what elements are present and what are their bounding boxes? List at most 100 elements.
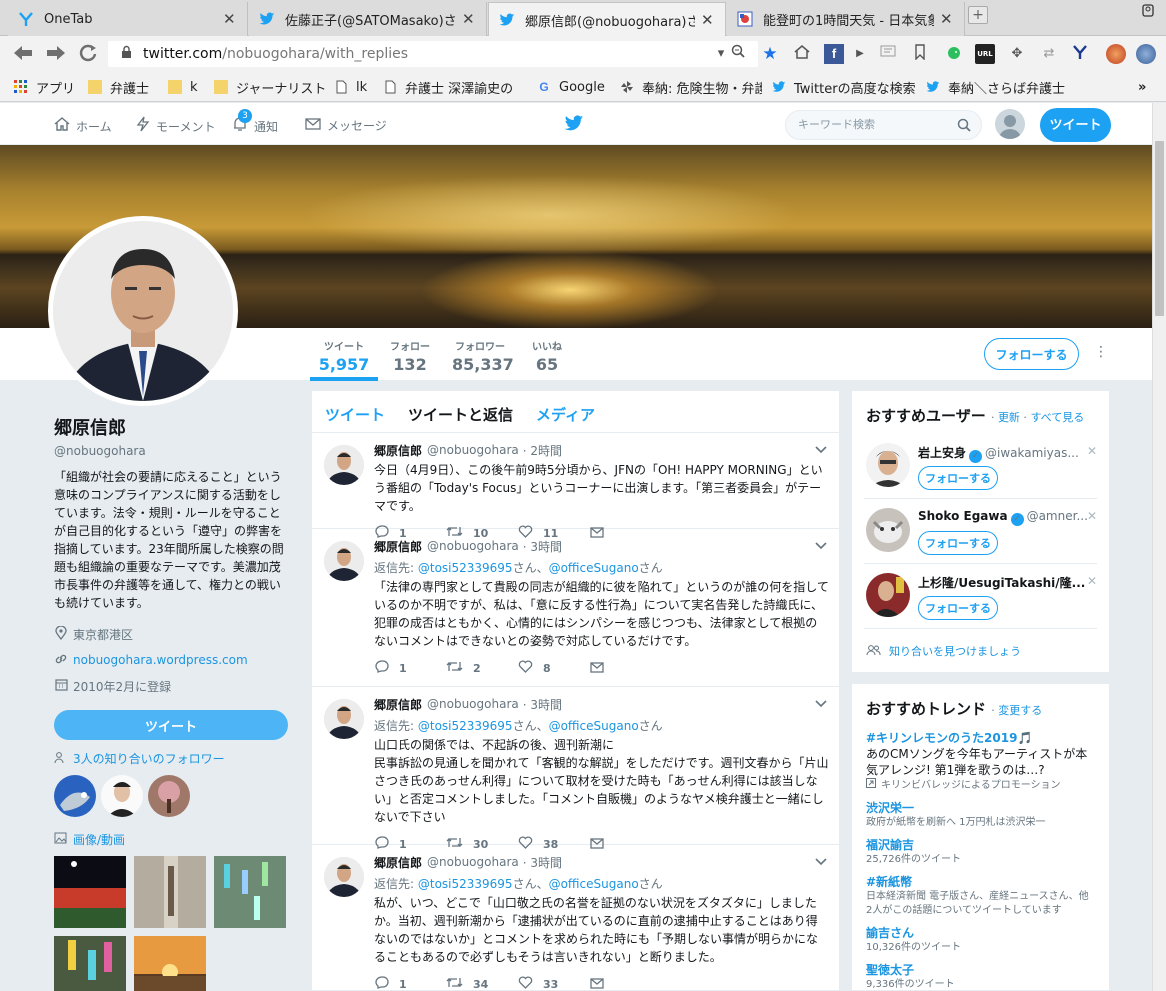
suggested-user-name[interactable]: 岩上安身 bbox=[918, 446, 966, 460]
bookmark-lk[interactable]: lk bbox=[334, 78, 374, 96]
media-thumbnail[interactable] bbox=[134, 856, 206, 928]
reload-icon[interactable] bbox=[79, 44, 97, 66]
refresh-link[interactable]: 更新 bbox=[998, 411, 1020, 424]
account-avatar[interactable] bbox=[995, 109, 1025, 139]
tweet-author-handle[interactable]: @nobuogohara bbox=[427, 855, 519, 869]
suggested-user[interactable]: Shoko Egawa ✓ @amner... フォローする ✕ bbox=[864, 499, 1097, 564]
browser-tab-satomasako[interactable]: 佐藤正子(@SATOMasako)さん ✕ bbox=[249, 2, 487, 36]
user-avatar-icon[interactable] bbox=[1106, 44, 1126, 64]
bookmark-apps[interactable]: アプリ bbox=[14, 78, 84, 96]
view-all-link[interactable]: すべて見る bbox=[1030, 411, 1084, 424]
bookmark-folder-lawyer[interactable]: 弁護士 bbox=[88, 78, 164, 96]
suggested-user-name[interactable]: 上杉隆/UesugiTakashi/隆... bbox=[918, 576, 1085, 590]
browser-profile-icon[interactable] bbox=[1140, 2, 1156, 22]
mention-link[interactable]: @officeSugano bbox=[549, 719, 639, 733]
tweet-timestamp[interactable]: · 3時間 bbox=[523, 854, 562, 871]
suggested-user-name[interactable]: Shoko Egawa bbox=[918, 509, 1008, 523]
more-bookmarks-chevron-icon[interactable]: » bbox=[1138, 78, 1152, 96]
website-link[interactable]: nobuogohara.wordpress.com bbox=[73, 653, 248, 667]
facebook-icon[interactable]: f bbox=[824, 44, 844, 64]
forward-arrow-icon[interactable] bbox=[45, 44, 67, 66]
extension-y-icon[interactable] bbox=[1070, 44, 1090, 64]
bookmark-flag-icon[interactable] bbox=[910, 44, 930, 64]
tab-media[interactable]: メディア bbox=[536, 404, 595, 425]
retweet-button[interactable]: 34 bbox=[446, 976, 518, 990]
chevron-down-icon[interactable] bbox=[815, 697, 827, 711]
home-icon[interactable] bbox=[792, 44, 812, 64]
chevron-down-icon[interactable] bbox=[815, 443, 827, 457]
trend-item[interactable]: 福沢諭吉 25,726件のツイート bbox=[852, 836, 1109, 867]
bookmark-folder-k[interactable]: k bbox=[168, 78, 208, 96]
chevron-down-icon[interactable] bbox=[815, 539, 827, 553]
known-followers-link[interactable]: 3人の知り合いのフォロワー bbox=[54, 750, 290, 767]
media-thumbnail[interactable] bbox=[214, 856, 286, 928]
media-thumbnail[interactable] bbox=[54, 936, 126, 991]
tweet-timestamp[interactable]: · 3時間 bbox=[523, 538, 562, 555]
tab-close-icon[interactable]: ✕ bbox=[462, 10, 476, 28]
trend-name[interactable]: #新紙幣 bbox=[866, 873, 1095, 890]
browser-tab-weather[interactable]: 能登町の1時間天気 - 日本気象 ✕ bbox=[727, 2, 965, 36]
browser-tab-onetab[interactable]: OneTab ✕ bbox=[8, 2, 248, 36]
tweet[interactable]: 郷原信郎 @nobuogohara · 3時間 返信先: @tosi523396… bbox=[312, 687, 839, 851]
media-link[interactable]: 画像/動画 bbox=[54, 831, 290, 848]
tweet-author-name[interactable]: 郷原信郎 bbox=[374, 442, 422, 459]
suggested-user[interactable]: 岩上安身 ✓ @iwakamiyas... フォローする ✕ bbox=[864, 434, 1097, 499]
trend-name[interactable]: #キリンレモンのうた2019🎵 bbox=[866, 729, 1095, 746]
bookmark-google[interactable]: G Google bbox=[537, 78, 617, 96]
trend-item[interactable]: #新紙幣 日本経済新聞 電子版さん、産経ニュースさん、他2人がこの話題についてツ… bbox=[852, 873, 1109, 918]
tweet-author-handle[interactable]: @nobuogohara bbox=[427, 539, 519, 553]
bookmark-fukazawa[interactable]: 弁護士 深澤諭史の bbox=[383, 78, 523, 96]
more-options-icon[interactable]: ⋮ bbox=[1094, 344, 1108, 360]
search-input[interactable]: キーワード検索 bbox=[785, 110, 982, 140]
url-shortener-icon[interactable]: URL bbox=[975, 44, 995, 64]
mention-link[interactable]: @tosi52339695 bbox=[418, 719, 513, 733]
tab-tweets-and-replies[interactable]: ツイートと返信 bbox=[408, 404, 513, 425]
trend-name[interactable]: 福沢諭吉 bbox=[866, 836, 1095, 853]
stat-likes[interactable]: いいね 65 bbox=[528, 338, 566, 374]
trend-name[interactable]: 渋沢栄一 bbox=[866, 799, 1095, 816]
follow-button[interactable]: フォローする bbox=[918, 531, 998, 555]
tweet-author-name[interactable]: 郷原信郎 bbox=[374, 854, 422, 871]
play-arrow-icon[interactable]: ▶ bbox=[850, 44, 870, 64]
follow-button[interactable]: フォローする bbox=[918, 596, 998, 620]
tweet-timestamp[interactable]: · 3時間 bbox=[523, 696, 562, 713]
extension-arrows-icon[interactable]: ⇄ bbox=[1039, 44, 1059, 64]
like-button[interactable]: 8 bbox=[518, 660, 590, 677]
tab-tweets[interactable]: ツイート bbox=[325, 404, 385, 425]
bookmark-star-icon[interactable]: ★ bbox=[760, 44, 780, 64]
avatar[interactable] bbox=[148, 775, 190, 817]
new-tab-button[interactable]: + bbox=[968, 6, 988, 24]
find-friends-link[interactable]: 知り合いを見つけましょう bbox=[852, 629, 1109, 673]
trend-name[interactable]: 聖徳太子 bbox=[866, 961, 1095, 978]
chevron-down-icon[interactable] bbox=[815, 855, 827, 869]
reply-button[interactable]: 1 bbox=[374, 976, 446, 990]
nav-messages[interactable]: メッセージ bbox=[305, 116, 387, 135]
avatar[interactable] bbox=[101, 775, 143, 817]
avatar[interactable] bbox=[866, 508, 910, 552]
back-arrow-icon[interactable] bbox=[12, 44, 34, 66]
evernote-icon[interactable] bbox=[944, 44, 964, 64]
tweet-author-name[interactable]: 郷原信郎 bbox=[374, 696, 422, 713]
avatar[interactable] bbox=[324, 445, 364, 485]
stat-tweets[interactable]: ツイート 5,957 bbox=[310, 338, 378, 374]
bookmark-hounou-danger[interactable]: 奉納: 危険生物・弁護 bbox=[620, 78, 762, 96]
avatar[interactable] bbox=[324, 699, 364, 739]
suggested-user[interactable]: 上杉隆/UesugiTakashi/隆... フォローする ✕ bbox=[864, 564, 1097, 629]
follow-button[interactable]: フォローする bbox=[918, 466, 998, 490]
bookmark-twitter-advanced[interactable]: Twitterの高度な検索 bbox=[772, 78, 916, 96]
mention-link[interactable]: @tosi52339695 bbox=[418, 561, 513, 575]
retweet-button[interactable]: 2 bbox=[446, 660, 518, 677]
avatar[interactable] bbox=[54, 775, 96, 817]
reply-button[interactable]: 1 bbox=[374, 660, 446, 677]
nav-home[interactable]: ホーム bbox=[54, 116, 112, 136]
tweet[interactable]: 郷原信郎 @nobuogohara · 2時間 今日（4月9日）、この後午前9時… bbox=[312, 433, 839, 540]
trend-name[interactable]: 諭吉さん bbox=[866, 924, 1095, 941]
trend-item[interactable]: 諭吉さん 10,326件のツイート bbox=[852, 924, 1109, 955]
search-icon[interactable] bbox=[957, 111, 971, 142]
avatar[interactable] bbox=[866, 443, 910, 487]
direct-message-button[interactable] bbox=[590, 976, 662, 990]
profile-name[interactable]: 郷原信郎 bbox=[54, 414, 290, 440]
bookmark-folder-journalist[interactable]: ジャーナリスト bbox=[214, 78, 326, 96]
mention-link[interactable]: @officeSugano bbox=[549, 877, 639, 891]
twitter-logo-icon[interactable] bbox=[564, 115, 584, 135]
